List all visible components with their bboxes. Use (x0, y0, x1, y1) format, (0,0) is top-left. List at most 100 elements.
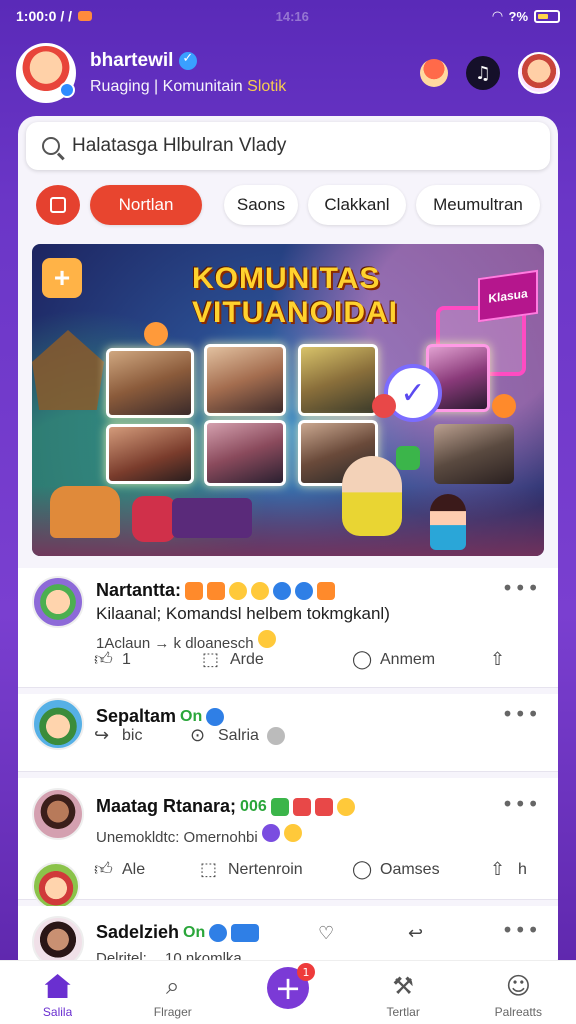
user-avatar-icon[interactable] (518, 52, 560, 94)
post-avatar[interactable] (32, 576, 84, 628)
upload-button[interactable]: ⇧ (490, 650, 510, 670)
plus-icon[interactable]: +1 (266, 963, 315, 1009)
post-avatar[interactable] (32, 698, 84, 750)
more-options-icon[interactable]: ••• (502, 918, 540, 942)
wifi-icon: ◠ (492, 8, 503, 24)
chip-saons[interactable]: Saons (224, 185, 298, 225)
chip-nortlan[interactable]: Nortlan (90, 185, 202, 225)
action-label: h (518, 861, 527, 878)
heart-bubble-icon (372, 394, 396, 418)
header-subtitle-text: Ruaging | Komunitain (90, 78, 243, 95)
upload-icon: ⇧ (490, 859, 506, 880)
like-button[interactable]: 👍︎ 1 (94, 650, 131, 670)
game-bubble-icon (492, 394, 516, 418)
nav-profile[interactable]: ☺ Palreatts (473, 971, 563, 1019)
post-author: Sadelzieh (96, 922, 180, 942)
online-badge-icon (59, 82, 75, 98)
share-icon: ⬚ (200, 859, 218, 880)
share-button[interactable]: ⬚ Nertenroin (200, 860, 303, 880)
share-icon: ⬚ (202, 649, 220, 670)
signal-text: ?% (508, 8, 529, 24)
post-header: Sepaltam On (96, 706, 225, 727)
banner-title: KOMUNITAS VITUANOIDAI (192, 262, 398, 330)
nav-label: Flrager (153, 1005, 192, 1019)
more-options-icon[interactable]: ••• (502, 576, 540, 600)
post-item[interactable]: Nartantta: ••• Kilaanal; Komandsl helbem… (18, 568, 558, 688)
photo-frame (298, 344, 378, 416)
secondary-avatar[interactable] (32, 862, 80, 910)
more-options-icon[interactable]: ••• (502, 702, 540, 726)
badge-emoji-icon (207, 581, 226, 600)
photo-frame (106, 348, 194, 418)
post-header: Maatag Rtanara; 006 (96, 796, 355, 817)
like-bubble-icon (144, 322, 168, 346)
grin-emoji-icon (251, 581, 270, 600)
app-header: bhartewil Ruaging | Komunitain Slotik ♫ (16, 38, 560, 108)
mushroom-icon[interactable] (420, 59, 448, 87)
notification-icon (78, 11, 93, 21)
reply-icon[interactable]: ↩ (408, 924, 428, 944)
comment-icon: ◯ (352, 859, 373, 880)
upload-button[interactable]: ⇧ h (490, 860, 527, 880)
status-bar: 1:00:0 / / 14:16 ◠ ?% (0, 0, 576, 32)
search-bar[interactable] (26, 122, 550, 170)
notification-badge: 1 (296, 963, 315, 981)
nav-label: Salila (42, 1005, 73, 1019)
action-label: Ale (122, 861, 146, 878)
post-item[interactable]: Sepaltam On ••• ↪ bic ⊙ Salria (18, 694, 558, 772)
green-badge-icon (270, 797, 289, 816)
community-banner[interactable]: + KOMUNITAS VITUANOIDAI Klasua ✓ (32, 244, 544, 556)
more-options-icon[interactable]: ••• (502, 792, 540, 816)
verified-icon (209, 923, 228, 942)
nav-search[interactable]: ⌕ Flrager (128, 971, 218, 1019)
clock-icon (266, 727, 285, 745)
post-avatar[interactable] (32, 788, 84, 840)
bookmark-icon (50, 197, 66, 213)
banner-plus-icon: + (42, 258, 82, 298)
red-badge-icon (314, 797, 333, 816)
comment-button[interactable]: ◯ Oamses (352, 860, 440, 880)
action-label: Oamses (380, 861, 440, 878)
music-icon[interactable]: ♫ (466, 56, 500, 90)
search-input[interactable] (72, 135, 534, 157)
banner-title-line2: VITUANOIDAI (192, 296, 398, 329)
share-button[interactable]: ⬚ Arde (202, 650, 264, 670)
main-card: Nortlan Saons Clakkanl Meumultran + KOMU… (18, 116, 558, 976)
chip-clakkanl[interactable]: Clakkanl (308, 185, 406, 225)
post-header: Nartantta: (96, 580, 336, 601)
blue-badge-icon (231, 923, 260, 942)
music-bubble-icon (396, 446, 420, 470)
status-center: 14:16 (275, 8, 309, 24)
post-author: Nartantta: (96, 580, 182, 600)
post-item[interactable]: Maatag Rtanara; 006 ••• Unemokldtc: Omer… (18, 778, 558, 910)
banner-title-line1: KOMUNITAS (192, 262, 381, 295)
post-tag: On (180, 707, 203, 725)
chair-illustration (132, 496, 176, 542)
table-illustration (172, 498, 252, 538)
nav-trophy[interactable]: ⚒ Tertlar (358, 971, 448, 1019)
bear-mascot-illustration (342, 456, 402, 536)
comment-button[interactable]: ◯ Anmem (352, 650, 435, 670)
share-button[interactable]: ↪ bic (94, 726, 142, 746)
search-icon: ⌕ (166, 972, 180, 1000)
profile-avatar[interactable] (16, 43, 76, 103)
red-badge-icon (292, 797, 311, 816)
nav-create[interactable]: +1 (243, 963, 333, 1009)
post-subline: Unemokldtc: Omernohbi (96, 824, 303, 846)
like-button[interactable]: 👍︎ Ale (94, 860, 145, 880)
search-icon (42, 137, 60, 155)
girl-illustration (430, 494, 466, 550)
like-outline-icon[interactable]: ♡ (318, 924, 338, 944)
chip-meumultran[interactable]: Meumultran (416, 185, 540, 225)
comment-icon: ◯ (352, 649, 373, 670)
bookmark-chip[interactable] (36, 185, 80, 225)
action-label: Salria (218, 727, 259, 744)
nav-home[interactable]: Salila (13, 971, 103, 1019)
header-text: bhartewil Ruaging | Komunitain Slotik (90, 50, 420, 96)
smile-emoji-icon (229, 581, 248, 600)
battery-icon (534, 9, 560, 23)
post-subline: 1Aclaun → k dloanesch (96, 630, 276, 652)
location-button[interactable]: ⊙ Salria (190, 726, 285, 746)
header-title: bhartewil (90, 50, 174, 71)
grin-emoji-icon (336, 797, 355, 816)
